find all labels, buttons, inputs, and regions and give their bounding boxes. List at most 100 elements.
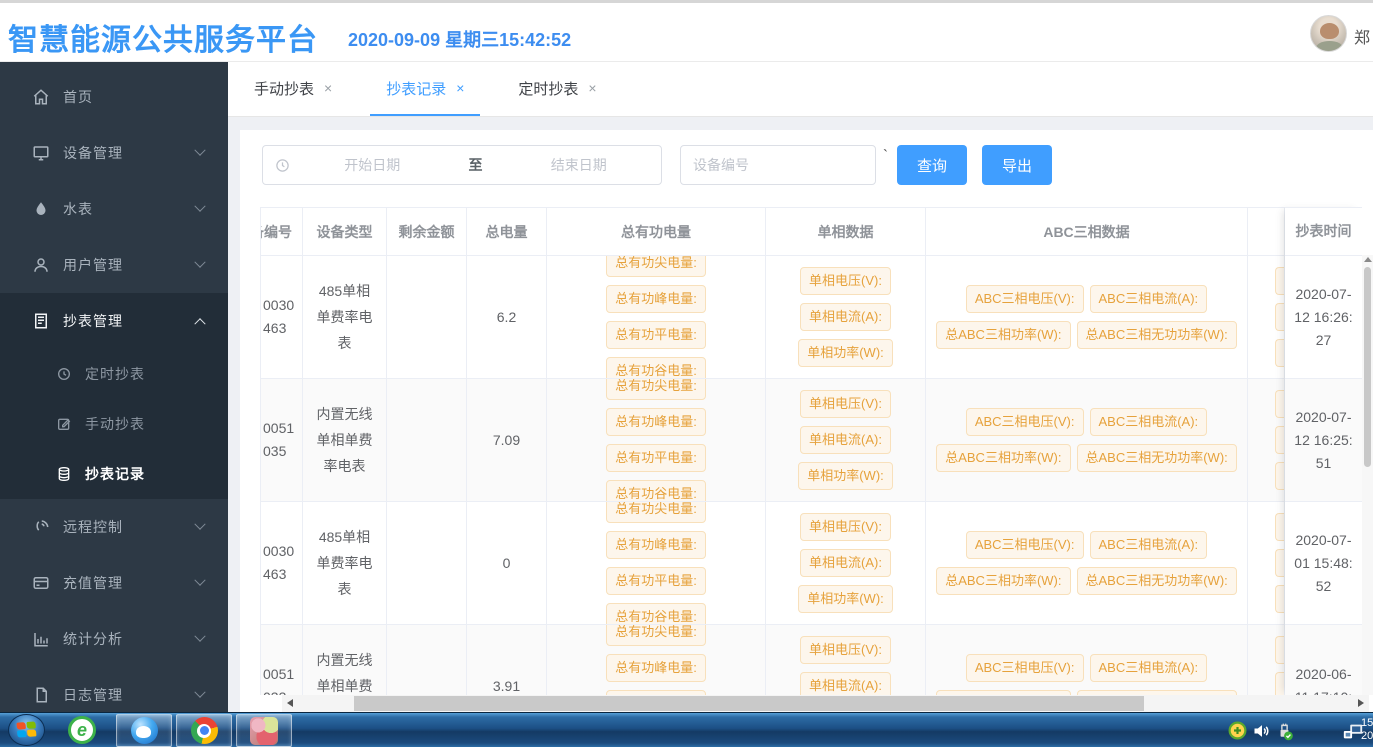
content-card: 开始日期 至 结束日期 ` 查询 导出 设备编号 设备类型 剩余金额 总电量 总… (240, 130, 1373, 712)
tag-abc-power: 总ABC三相功率(W): (936, 444, 1070, 472)
sidebar-item-recharge-mgmt[interactable]: 充值管理 (0, 555, 228, 611)
start-date-input[interactable]: 开始日期 (290, 155, 455, 175)
volume-tray-icon[interactable] (1252, 721, 1272, 741)
device-id-input[interactable] (680, 145, 876, 185)
sidebar-item-manual-reading[interactable]: 手动抄表 (0, 399, 228, 449)
scroll-up-arrow-icon[interactable] (1364, 257, 1372, 262)
close-icon[interactable]: × (456, 80, 464, 96)
close-icon[interactable]: × (324, 80, 332, 96)
end-date-input[interactable]: 结束日期 (497, 155, 662, 175)
sidebar-item-reading-records[interactable]: 抄表记录 (0, 449, 228, 499)
cell-balance (387, 502, 467, 624)
sidebar-item-scheduled-reading[interactable]: 定时抄表 (0, 349, 228, 399)
sidebar-item-water-meter[interactable]: 水表 (0, 181, 228, 237)
cell-balance (387, 625, 467, 695)
tag-abc-current: ABC三相电流(A): (1090, 285, 1208, 313)
photo-viewer-taskbar-button[interactable] (236, 714, 292, 747)
sidebar-item-log-mgmt[interactable]: 日志管理 (0, 667, 228, 712)
sidebar-item-remote-control[interactable]: 远程控制 (0, 499, 228, 555)
tag-high-energy: 总有功峰电量: (606, 654, 706, 682)
tag-power: 单相功率(W): (798, 462, 893, 490)
sidebar-item-statistics[interactable]: 统计分析 (0, 611, 228, 667)
chevron-down-icon (194, 145, 205, 156)
tag-current: 单相电流(A): (800, 549, 891, 577)
sidebar-item-device-mgmt[interactable]: 设备管理 (0, 125, 228, 181)
chrome-icon (191, 717, 218, 744)
tag-flat-energy: 总有功平电量: (606, 444, 706, 472)
single-phase-tags: 单相电压(V): 单相电流(A): 单相功率(W): (793, 263, 898, 371)
ie-green-browser-icon[interactable]: e (68, 716, 96, 744)
sidebar-item-label: 首页 (63, 87, 93, 107)
tag-abc-voltage: ABC三相电压(V): (966, 285, 1084, 313)
tab-label: 定时抄表 (518, 78, 578, 99)
tag-abc-voltage: ABC三相电压(V): (966, 654, 1084, 682)
tag-abc-voltage: ABC三相电压(V): (966, 531, 1084, 559)
tag-valley-energy: 总有功谷电量: (606, 480, 706, 501)
scroll-right-arrow-icon[interactable] (1358, 699, 1364, 707)
database-icon (56, 466, 72, 482)
usb-device-tray-icon[interactable] (1274, 721, 1295, 742)
qq-browser-taskbar-button[interactable] (116, 714, 172, 747)
tag-abc-reactive-power: 总ABC三相无功功率(W): (1077, 321, 1237, 349)
header-username[interactable]: 郑 (1354, 24, 1373, 48)
tag-voltage: 单相电压(V): (800, 390, 891, 418)
range-separator: 至 (455, 155, 497, 175)
tab-manual-reading[interactable]: 手动抄表 × (238, 62, 348, 116)
taskbar-clock[interactable]: 15:42 2020/9/9 (1361, 717, 1373, 745)
close-icon[interactable]: × (588, 80, 596, 96)
cell-total-energy: 0 (467, 502, 547, 624)
log-icon (32, 686, 50, 704)
chrome-taskbar-button[interactable] (176, 714, 232, 747)
tag-abc-current: ABC三相电流(A): (1090, 408, 1208, 436)
col-header-total-energy: 总电量 (467, 208, 547, 255)
tag-current: 单相电流(A): (800, 303, 891, 331)
col-header-single-phase: 单相数据 (766, 208, 926, 255)
qq-browser-icon (131, 717, 158, 744)
horizontal-scrollbar-thumb[interactable] (354, 696, 1144, 711)
chevron-down-icon (194, 687, 205, 698)
tab-reading-records[interactable]: 抄表记录 × (370, 62, 480, 116)
tag-voltage: 单相电压(V): (800, 636, 891, 664)
export-button[interactable]: 导出 (982, 145, 1052, 185)
single-phase-tags: 单相电压(V): 单相电流(A): 单相功率(W): (793, 386, 898, 494)
clipped-tags (1248, 263, 1284, 371)
tab-scheduled-reading[interactable]: 定时抄表 × (502, 62, 612, 116)
table-row: 0051033 内置无线单相单费率电表 3.91 总有功尖电量: 总有功峰电量:… (260, 625, 1285, 695)
windows-start-button[interactable] (8, 714, 45, 746)
cell-device-id: 0051035 (260, 379, 303, 501)
tick-mark: ` (883, 147, 888, 164)
droplet-icon (32, 200, 50, 218)
cell-reading-time: 2020-06-11 17:10: (1285, 625, 1362, 695)
fixed-time-column: 抄表时间 2020-07-12 16:26:27 2020-07-12 16:2… (1285, 207, 1362, 695)
clock-time: 15:42 (1361, 717, 1373, 730)
col-header-device-id: 设备编号 (260, 208, 303, 255)
chart-icon (32, 630, 50, 648)
tag-high-energy: 总有功峰电量: (606, 285, 706, 313)
tag-peak-energy: 总有功尖电量: (606, 502, 706, 523)
clipped-tags (1248, 632, 1284, 695)
sidebar-item-label: 充值管理 (63, 573, 123, 593)
360-safety-tray-icon[interactable] (1227, 720, 1248, 741)
windows-logo-icon (16, 721, 36, 738)
sidebar-item-home[interactable]: 首页 (0, 69, 228, 125)
app-header: 智慧能源公共服务平台 2020-09-09 星期三15:42:52 郑 (0, 0, 1373, 62)
readings-table: 设备编号 设备类型 剩余金额 总电量 总有功电量 单相数据 ABC三相数据 00… (260, 207, 1285, 695)
scroll-left-arrow-icon[interactable] (287, 699, 293, 707)
horizontal-scrollbar[interactable] (282, 695, 1369, 712)
vertical-scrollbar[interactable] (1362, 255, 1373, 695)
tab-label: 抄表记录 (386, 78, 446, 99)
query-button[interactable]: 查询 (897, 145, 967, 185)
sidebar-item-meter-reading-mgmt[interactable]: 抄表管理 (0, 293, 228, 349)
abc-phase-tags: ABC三相电压(V): ABC三相电流(A): 总ABC三相功率(W): 总AB… (926, 281, 1247, 353)
monitor-icon (32, 144, 50, 162)
tag-flat-energy: 总有功平电量: (606, 321, 706, 349)
col-header-balance: 剩余金额 (387, 208, 467, 255)
date-range-picker[interactable]: 开始日期 至 结束日期 (262, 145, 662, 185)
cell-total-energy: 7.09 (467, 379, 547, 501)
vertical-scrollbar-thumb[interactable] (1364, 267, 1371, 467)
clock-icon (56, 366, 72, 382)
avatar[interactable] (1310, 15, 1347, 52)
clock-date: 2020/9/9 (1361, 730, 1373, 743)
sidebar-expanded-group: 抄表管理 定时抄表 手动抄表 抄表记录 (0, 293, 228, 499)
sidebar-item-user-mgmt[interactable]: 用户管理 (0, 237, 228, 293)
